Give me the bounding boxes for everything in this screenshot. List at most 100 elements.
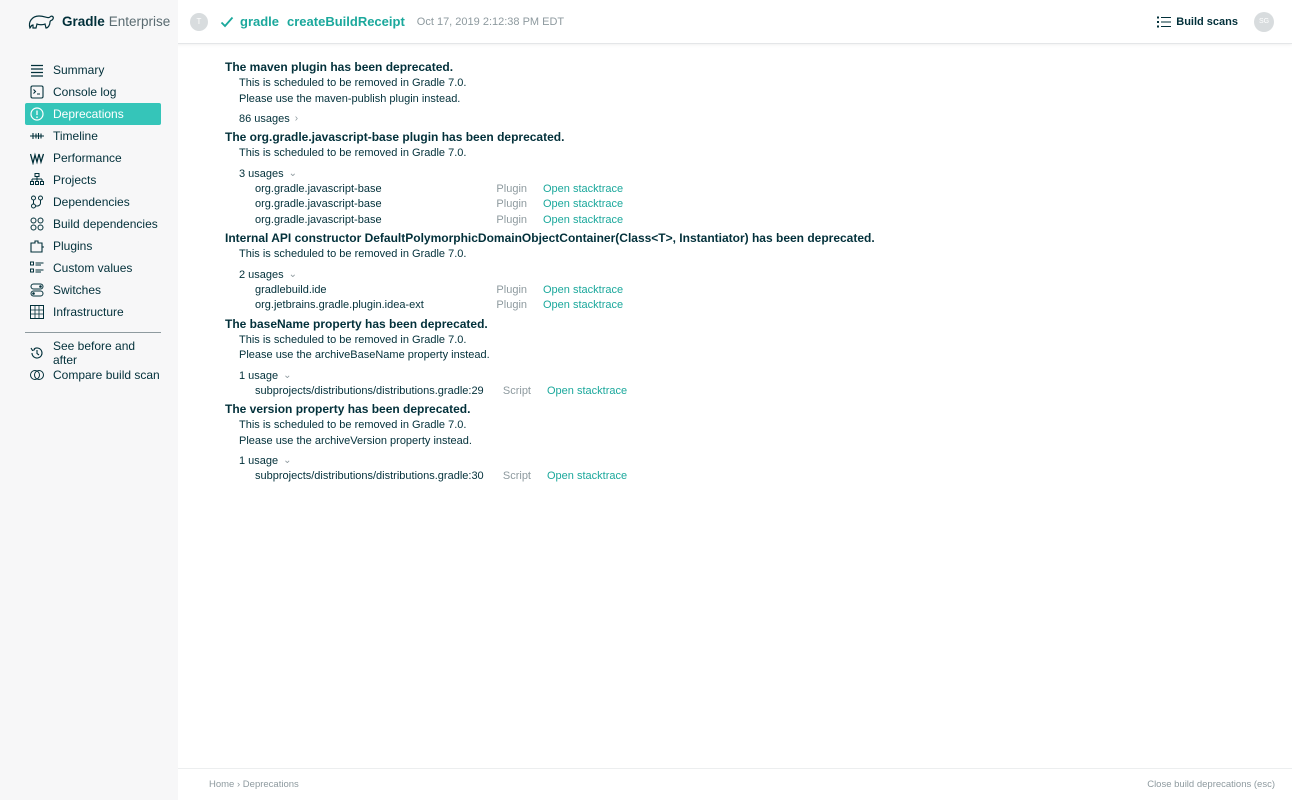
user-avatar[interactable]: T	[190, 12, 208, 31]
build-identity: T gradle createBuildReceipt Oct 17, 2019…	[190, 12, 1157, 31]
sidebar-item-compare-build-scan[interactable]: Compare build scan	[25, 364, 161, 386]
sidebar-item-label: Switches	[53, 283, 102, 297]
sidebar-item-label: Compare build scan	[53, 368, 160, 382]
deprecation-item: The baseName property has been deprecate…	[225, 316, 1292, 400]
deprecation-title: The version property has been deprecated…	[225, 402, 471, 416]
sidebar-item-custom-values[interactable]: Custom values	[25, 257, 161, 279]
open-stacktrace-link[interactable]: Open stacktrace	[543, 213, 623, 229]
sidebar-item-plugins[interactable]: Plugins	[25, 235, 161, 257]
gradle-elephant-icon	[28, 14, 54, 29]
usage-source: subprojects/distributions/distributions.…	[255, 470, 484, 482]
usages-toggle[interactable]: 1 usage ⌄	[225, 368, 1292, 384]
usage-row: org.gradle.javascript-base Plugin Open sta…	[225, 197, 1292, 213]
deprecation-detail: Please use the maven-publish plugin inst…	[239, 92, 461, 105]
usages-count: 1 usage	[239, 369, 279, 382]
deprecation-detail: Please use the archiveVersion property i…	[239, 434, 472, 447]
project-name[interactable]: gradle	[240, 14, 279, 29]
task-name[interactable]: createBuildReceipt	[287, 14, 405, 29]
usage-row: subprojects/distributions/distributions.…	[225, 469, 1292, 485]
history-icon	[30, 347, 43, 359]
sidebar-divider	[25, 332, 161, 333]
sidebar-item-label: Timeline	[53, 129, 98, 143]
chevron-down-icon: ⌄	[283, 455, 292, 466]
header-actions: Build scans SG	[1157, 11, 1274, 32]
account-avatar[interactable]: SG	[1254, 11, 1274, 32]
sidebar-item-build-dependencies[interactable]: Build dependencies	[25, 213, 161, 235]
usage-type: Plugin	[496, 182, 527, 195]
build-scans-link[interactable]: Build scans	[1176, 16, 1238, 28]
open-stacktrace-link[interactable]: Open stacktrace	[543, 283, 623, 299]
sidebar-item-timeline[interactable]: Timeline	[25, 125, 161, 147]
deprecation-detail: This is scheduled to be removed in Gradl…	[239, 333, 467, 346]
sidebar-secondary-nav: See before and after Compare build scan	[0, 339, 178, 386]
brand-product: Enterprise	[108, 14, 171, 29]
sidebar-item-label: See before and after	[53, 339, 136, 367]
sidebar-item-label: Summary	[53, 63, 105, 77]
deprecation-detail: This is scheduled to be removed in Gradl…	[239, 248, 467, 260]
build-dependencies-icon	[30, 217, 44, 231]
deprecation-item: Internal API constructor DefaultPolymorp…	[225, 230, 1292, 314]
chevron-down-icon: ⌄	[288, 167, 298, 179]
chevron-right-icon: ›	[294, 113, 299, 124]
sidebar-item-performance[interactable]: Performance	[25, 147, 161, 169]
usages-count: 1 usage	[239, 455, 279, 467]
usages-toggle[interactable]: 2 usages ⌄	[225, 267, 1292, 283]
plugins-icon	[30, 240, 44, 253]
open-stacktrace-link[interactable]: Open stacktrace	[547, 384, 627, 400]
deprecation-item: The maven plugin has been deprecated. Thi…	[225, 59, 1292, 127]
open-stacktrace-link[interactable]: Open stacktrace	[543, 197, 623, 213]
sidebar-item-label: Deprecations	[53, 107, 124, 121]
usages-toggle[interactable]: 3 usages ⌄	[225, 166, 1292, 182]
usage-type: Plugin	[496, 213, 527, 226]
usages-toggle[interactable]: 86 usages ›	[225, 111, 1292, 127]
usages-toggle[interactable]: 1 usage ⌄	[225, 453, 1292, 469]
sidebar-item-label: Infrastructure	[53, 305, 124, 319]
brand-logo[interactable]: Gradle Enterprise	[0, 0, 178, 44]
sidebar-item-switches[interactable]: Switches	[25, 279, 161, 301]
usages-count: 2 usages	[239, 268, 284, 281]
sidebar-item-console-log[interactable]: Console log	[25, 81, 161, 103]
build-date: Oct 17, 2019 2:12:38 PM EDT	[416, 15, 565, 28]
deprecation-title: The maven plugin has been deprecated.	[225, 60, 454, 74]
custom-values-icon	[30, 261, 44, 273]
sidebar-item-dependencies[interactable]: Dependencies	[25, 191, 161, 213]
usage-type: Script	[502, 384, 531, 397]
deprecation-detail: Please use the archiveBaseName property …	[239, 349, 490, 361]
deprecation-detail: This is scheduled to be removed in Gradl…	[239, 77, 467, 89]
usages-count: 86 usages	[239, 113, 290, 125]
performance-icon	[30, 152, 44, 165]
deprecation-detail: This is scheduled to be removed in Gradl…	[239, 147, 467, 159]
breadcrumb-home[interactable]: Home	[209, 779, 234, 790]
switches-icon	[30, 283, 44, 297]
usage-row: org.jetbrains.gradle.plugin.idea-ext Plug…	[225, 298, 1292, 314]
brand-name: Gradle	[62, 14, 105, 29]
sidebar-item-label: Build dependencies	[53, 217, 158, 231]
sidebar-item-label: Console log	[53, 85, 117, 99]
timeline-icon	[30, 133, 44, 139]
usage-source: org.gradle.javascript-base	[255, 198, 382, 210]
sidebar-item-deprecations[interactable]: Deprecations	[25, 103, 161, 125]
usage-source: gradlebuild.ide	[255, 283, 327, 296]
open-stacktrace-link[interactable]: Open stacktrace	[543, 182, 623, 198]
dependencies-icon	[31, 195, 43, 209]
warning-circle-icon	[30, 107, 44, 121]
close-deprecations-link[interactable]: Close build deprecations (esc)	[1147, 779, 1275, 790]
sidebar-item-summary[interactable]: Summary	[25, 59, 161, 81]
sidebar-item-projects[interactable]: Projects	[25, 169, 161, 191]
usage-row: subprojects/distributions/distributions.…	[225, 384, 1292, 400]
usage-type: Plugin	[496, 299, 527, 311]
chevron-down-icon: ⌄	[283, 369, 292, 381]
sidebar-nav: Summary Console log Deprecations Timeline Pe…	[0, 59, 178, 323]
open-stacktrace-link[interactable]: Open stacktrace	[543, 298, 623, 314]
list-icon	[1157, 16, 1172, 27]
usage-source: org.gradle.javascript-base	[255, 182, 382, 195]
summary-icon	[31, 64, 43, 77]
sidebar-item-see-before-and-after[interactable]: See before and after	[25, 339, 161, 367]
sidebar-item-infrastructure[interactable]: Infrastructure	[25, 301, 161, 323]
usage-source: org.jetbrains.gradle.plugin.idea-ext	[255, 299, 424, 311]
success-check-icon	[220, 16, 234, 27]
console-icon	[30, 85, 44, 99]
deprecation-title: The baseName property has been deprecate…	[225, 316, 488, 331]
deprecation-item: The version property has been deprecated…	[225, 401, 1292, 485]
open-stacktrace-link[interactable]: Open stacktrace	[547, 469, 627, 485]
